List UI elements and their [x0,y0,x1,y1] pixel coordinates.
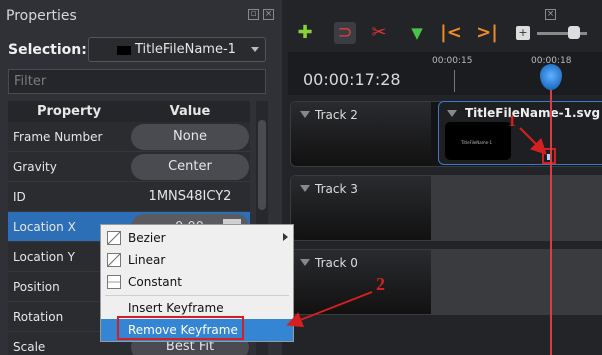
track-row[interactable]: Track 3 [290,175,602,241]
previous-marker-icon[interactable]: |< [440,22,462,44]
ruler-tick [454,70,455,92]
chevron-down-icon [300,111,310,118]
track-body[interactable] [431,176,602,240]
table-row[interactable]: ID 1MNS48ICY2 [8,182,250,212]
menu-item-constant[interactable]: Constant [101,271,293,293]
table-header: Property Value [8,101,250,122]
close-icon[interactable]: × [545,9,556,20]
chevron-down-icon [251,47,259,52]
column-header-value: Value [169,104,211,119]
table-row[interactable]: Gravity Center [8,152,250,182]
annotation-highlight-box [117,316,244,340]
track-name: Track 3 [315,182,358,196]
track-header[interactable]: Track 2 [291,102,431,166]
clip-thumbnail-text: TitleFileName-1 [461,140,493,145]
menu-item-label: Bezier [128,231,166,245]
track-header[interactable]: Track 0 [291,250,431,314]
track-name: Track 0 [315,256,358,270]
menu-separator [105,295,289,296]
constant-curve-icon [107,275,121,289]
menu-item-bezier[interactable]: Bezier [101,227,293,249]
menu-item-label: Constant [128,275,182,289]
ruler-tick-label: 00:00:15 [432,56,473,66]
timeline-panel: × ✚ ⊃ ✂ ▼ |< >| + 00:00:17:28 00:00:15 0… [282,0,602,355]
column-header-property: Property [36,104,102,119]
chevron-down-icon [300,185,310,192]
float-icon[interactable]: ▫ [248,9,259,20]
table-row[interactable]: Frame Number None [8,122,250,152]
magnet-icon[interactable]: ⊃ [334,22,356,44]
filter-input[interactable]: Filter [8,69,266,94]
bezier-curve-icon [107,231,121,245]
property-value: 1MNS48ICY2 [148,189,232,204]
track-name: Track 2 [315,108,358,122]
scrollbar-thumb[interactable] [258,120,266,210]
chevron-right-icon [283,233,288,241]
track-row[interactable]: Track 0 [290,249,602,315]
property-name: Frame Number [13,130,103,144]
property-name: Gravity [13,160,57,174]
clip-thumbnail-icon [117,46,131,55]
selection-label: Selection: [8,42,87,58]
selection-dropdown[interactable]: TitleFileName-1 [88,37,266,62]
property-value[interactable]: Center [131,153,249,180]
track-header[interactable]: Track 3 [291,176,431,240]
selection-value: TitleFileName-1 [135,42,236,57]
center-playhead-icon[interactable]: + [516,26,530,40]
clip-name: TitleFileName-1.svg [465,106,601,120]
property-value[interactable]: None [131,123,249,150]
chevron-down-icon [447,110,457,117]
timecode: 00:00:17:28 [303,70,401,89]
clip-thumbnail: TitleFileName-1 [445,122,511,160]
track-body[interactable] [431,250,602,314]
zoom-slider-knob[interactable] [568,26,580,39]
marker-icon[interactable]: ▼ [406,22,428,44]
playhead-line[interactable] [550,66,552,355]
razor-icon[interactable]: ✂ [368,22,390,44]
add-track-icon[interactable]: ✚ [294,22,316,44]
property-name: ID [13,190,26,204]
close-icon[interactable]: × [263,9,274,20]
timeline-clip[interactable]: TitleFileName-1.svg TitleFileName-1 [438,101,602,165]
menu-item-label: Insert Keyframe [128,301,224,315]
keyframe-marker-icon[interactable] [542,148,556,164]
next-marker-icon[interactable]: >| [476,22,498,44]
panel-title: Properties [6,8,77,24]
menu-item-linear[interactable]: Linear [101,249,293,271]
menu-item-label: Linear [128,253,166,267]
linear-curve-icon [107,253,121,267]
chevron-down-icon [300,259,310,266]
